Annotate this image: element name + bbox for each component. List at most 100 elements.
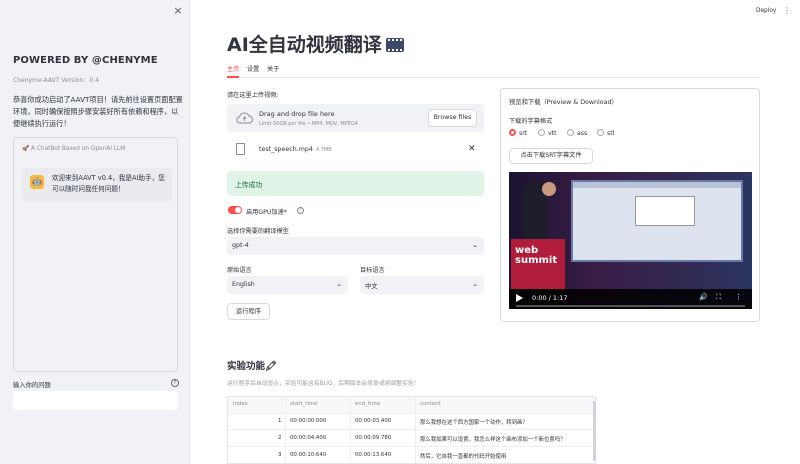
video-more-icon[interactable]: ⋮ — [735, 293, 742, 301]
radio-selected-icon — [509, 129, 516, 136]
table-row[interactable]: 3 00:00:10.640 00:00:13.640 然后，它自我一直都的代码… — [228, 448, 595, 463]
drop-limit: Limit 50GB per file • MP4, MOV, MPEG4 — [259, 121, 358, 127]
preview-panel: 预览和下载（Preview & Download） 下载的字幕格式 srt vt… — [500, 88, 760, 322]
cell-index: 1 — [278, 418, 282, 424]
cell-end-time: 00:00:13.640 — [355, 452, 392, 458]
version-text: Chenyme-AAVT Version：0.4 — [13, 77, 99, 84]
video-screen-dialog — [635, 196, 695, 226]
cell-start-time: 00:00:10.640 — [290, 452, 327, 458]
welcome-description: 恭喜你成功启动了AAVT项目！请先前往设置页面配置环境，同时确保按照步骤安装好所… — [13, 95, 183, 128]
file-size: 4.7MB — [316, 147, 332, 153]
main-menu-icon[interactable]: ⋮ — [783, 6, 791, 15]
table-header: index start_time end_time content — [228, 397, 595, 414]
file-name: test_speech.mp4 — [259, 146, 313, 153]
cell-end-time: 00:00:09.780 — [355, 435, 392, 441]
experimental-title-text: 实验功能 — [227, 361, 266, 372]
video-controls: 0:00 / 1:17 🔊 ⛶ ⋮ — [509, 289, 752, 309]
video-time: 0:00 / 1:17 — [532, 294, 568, 302]
cell-start-time: 00:00:04.400 — [290, 435, 327, 441]
success-text: 上传成功 — [235, 181, 263, 189]
cell-content: 然后，它自我一直都的代码开始使用 — [420, 454, 507, 460]
column-divider — [350, 397, 351, 463]
radio-stl[interactable]: stl — [597, 129, 614, 137]
column-header-index[interactable]: index — [233, 401, 248, 407]
deploy-button[interactable]: Deploy — [756, 8, 776, 14]
cell-start-time: 00:00:00.000 — [290, 418, 327, 424]
cell-content: 那么我如果可以设置，我怎么样这个画布添加一个新位置吗？ — [420, 437, 566, 443]
sidebar: × POWERED BY @CHENYME Chenyme-AAVT Versi… — [0, 0, 190, 464]
table-row[interactable]: 1 00:00:00.000 00:00:03.400 那么我想在这个西方国家一… — [228, 414, 595, 430]
radio-empty-icon — [567, 129, 574, 136]
help-icon[interactable]: ? — [171, 379, 179, 387]
chevron-down-icon: ⌄ — [472, 280, 478, 288]
radio-ass[interactable]: ass — [567, 129, 587, 137]
source-language-value: English — [232, 281, 255, 288]
tab-about[interactable]: 关于 — [267, 65, 279, 78]
file-uploader[interactable]: Drag and drop file here Limit 50GB per f… — [227, 104, 484, 132]
radio-vtt[interactable]: vtt — [538, 129, 557, 137]
browse-files-button[interactable]: Browse files — [428, 109, 477, 127]
video-player[interactable]: web summit 0:00 / 1:17 🔊 ⛶ ⋮ — [509, 172, 752, 309]
gpu-toggle-label: 启用GPU加速* — [246, 209, 287, 216]
radio-srt[interactable]: srt — [509, 129, 527, 137]
upload-success-alert: 上传成功 — [227, 171, 484, 196]
radio-vtt-label: vtt — [548, 130, 557, 137]
tab-home[interactable]: 主页 — [227, 65, 240, 78]
column-header-content[interactable]: content — [420, 401, 441, 407]
chat-input[interactable] — [13, 391, 178, 410]
chevron-down-icon: ⌄ — [336, 280, 342, 288]
web-summit-logo: web summit — [515, 245, 558, 266]
target-language-label: 目标语言 — [360, 267, 385, 274]
cell-index: 3 — [278, 452, 282, 458]
source-language-select[interactable]: English ⌄ — [227, 276, 348, 294]
subtitle-table[interactable]: index start_time end_time content 1 00:0… — [227, 396, 596, 464]
bot-avatar-icon: 🤖 — [30, 175, 44, 189]
experimental-title: 实验功能🖍 — [227, 358, 277, 372]
chat-input-label: 输入你的问题 — [13, 382, 51, 389]
radio-empty-icon — [538, 129, 545, 136]
chat-message-text: 欢迎来到AAVT v0.4，我是AI助手，您可以随时问我任何问题！ — [52, 174, 165, 193]
table-scrollbar[interactable] — [593, 401, 596, 461]
run-button[interactable]: 运行程序 — [227, 303, 270, 320]
tab-settings[interactable]: 设置 — [247, 65, 259, 78]
cell-index: 2 — [278, 435, 282, 441]
film-icon — [385, 38, 404, 52]
fullscreen-icon[interactable]: ⛶ — [716, 293, 721, 302]
source-language-label: 原始语言 — [227, 267, 252, 274]
page-title: AI全自动视频翻译 — [227, 30, 404, 57]
upload-label: 请在这里上传视频: — [227, 92, 279, 99]
video-screen-bar — [573, 182, 741, 188]
translate-model-label: 选择你需要的翻译模型 — [227, 228, 289, 235]
video-screen-image — [571, 180, 743, 262]
volume-icon[interactable]: 🔊 — [699, 293, 708, 301]
chevron-down-icon: ⌄ — [472, 241, 478, 249]
page-title-text: AI全自动视频翻译 — [227, 34, 382, 56]
file-icon — [236, 143, 245, 155]
play-icon[interactable] — [516, 294, 523, 302]
subtitle-format-label: 下载的字幕格式 — [509, 118, 553, 125]
download-srt-button[interactable]: 点击下载SRT字幕文件 — [509, 148, 593, 164]
experimental-caption: 运行程序后自动显示，实验可能含有BUG，后期版本会修复或将调整实验！ — [227, 381, 420, 387]
column-header-start-time[interactable]: start_time — [290, 401, 317, 407]
translate-model-select[interactable]: gpt-4 ⌄ — [227, 237, 484, 255]
gpu-toggle[interactable] — [228, 206, 242, 214]
chat-message: 🤖 欢迎来到AAVT v0.4，我是AI助手，您可以随时问我任何问题！ — [22, 168, 172, 202]
column-header-end-time[interactable]: end_time — [355, 401, 380, 407]
uploaded-file: test_speech.mp4 4.7MB ✕ — [227, 142, 484, 160]
chat-container: 🚀 A ChatBot Based on OpenAI LLM 🤖 欢迎来到AA… — [13, 137, 178, 372]
video-progress-bar[interactable] — [516, 305, 745, 307]
cloud-upload-icon — [236, 112, 253, 124]
cell-end-time: 00:00:03.400 — [355, 418, 392, 424]
radio-srt-label: srt — [519, 130, 528, 137]
gpu-help-icon[interactable]: ? — [297, 207, 304, 214]
table-row[interactable]: 2 00:00:04.400 00:00:09.780 那么我如果可以设置，我怎… — [228, 431, 595, 447]
translate-model-value: gpt-4 — [232, 242, 249, 249]
column-divider — [285, 397, 286, 463]
tab-bar: 主页 设置 关于 — [227, 65, 760, 78]
chat-caption: 🚀 A ChatBot Based on OpenAI LLM — [22, 146, 126, 152]
remove-file-icon[interactable]: ✕ — [468, 144, 476, 154]
drop-title: Drag and drop file here — [259, 110, 335, 118]
target-language-select[interactable]: 中文 ⌄ — [360, 276, 484, 294]
close-sidebar-icon[interactable]: × — [172, 5, 184, 17]
radio-empty-icon — [597, 129, 604, 136]
